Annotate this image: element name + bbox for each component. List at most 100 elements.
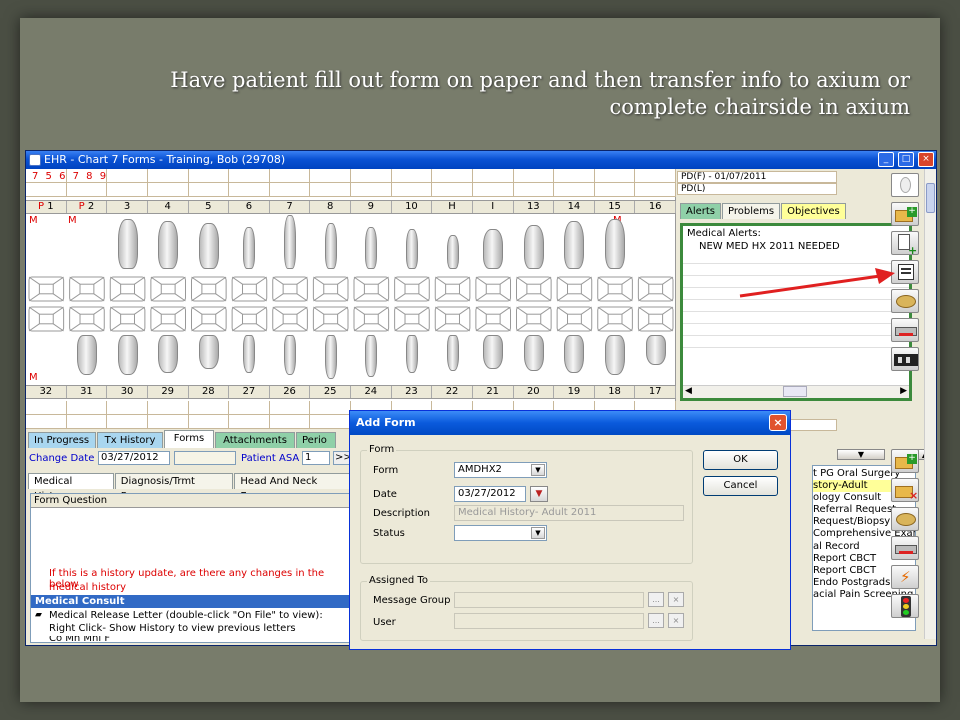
- tooth-lower[interactable]: [365, 335, 378, 377]
- alerts-list[interactable]: Medical Alerts: NEW MED HX 2011 NEEDED ◀…: [680, 223, 912, 401]
- calendar-icon[interactable]: ▼: [530, 486, 548, 502]
- horizontal-scrollbar[interactable]: ◀ ▶: [683, 385, 909, 398]
- tooth-upper[interactable]: [564, 221, 585, 269]
- traffic-light-icon[interactable]: [891, 594, 919, 618]
- tooth-upper[interactable]: [605, 219, 626, 269]
- tooth-lower[interactable]: [605, 335, 626, 375]
- tooth-number[interactable]: H: [432, 201, 473, 213]
- tooth-number[interactable]: 9: [351, 201, 392, 213]
- tab-objectives[interactable]: Objectives: [781, 203, 846, 219]
- tooth-lower[interactable]: [645, 335, 666, 365]
- tab-tx-history[interactable]: Tx History: [97, 432, 163, 448]
- tooth-upper[interactable]: [523, 225, 544, 269]
- lightbulb-icon[interactable]: [891, 173, 919, 197]
- palette-icon-2[interactable]: [891, 507, 919, 531]
- tooth-number[interactable]: P 1: [26, 201, 67, 213]
- tooth-number[interactable]: 30: [107, 386, 148, 398]
- tooth-number[interactable]: 10: [392, 201, 433, 213]
- close-window-button[interactable]: ×: [918, 152, 934, 167]
- vertical-scrollbar[interactable]: [924, 169, 936, 639]
- tooth-number[interactable]: 26: [270, 386, 311, 398]
- patient-asa-field[interactable]: 1: [302, 451, 330, 465]
- dialog-titlebar[interactable]: Add Form ×: [350, 411, 790, 435]
- tooth-upper[interactable]: [117, 219, 138, 269]
- tooth-number[interactable]: I: [473, 201, 514, 213]
- tooth-number[interactable]: 28: [189, 386, 230, 398]
- date-field[interactable]: 03/27/2012: [454, 486, 526, 502]
- tooth-number[interactable]: 22: [432, 386, 473, 398]
- add-folder-icon-2[interactable]: +: [891, 449, 919, 473]
- alert-item[interactable]: NEW MED HX 2011 NEEDED: [683, 241, 909, 252]
- tooth-number[interactable]: 6: [229, 201, 270, 213]
- tooth-lower[interactable]: [523, 335, 544, 371]
- tooth-upper[interactable]: [284, 215, 297, 269]
- tooth-upper[interactable]: [365, 227, 378, 269]
- tooth-number[interactable]: 13: [514, 201, 555, 213]
- tab-perio[interactable]: Perio: [296, 432, 336, 448]
- tooth-number[interactable]: 18: [595, 386, 636, 398]
- blank-field[interactable]: [174, 451, 236, 465]
- tooth-number[interactable]: 25: [310, 386, 351, 398]
- tooth-upper[interactable]: [324, 223, 337, 269]
- tooth-number[interactable]: 32: [26, 386, 67, 398]
- form-question-grid[interactable]: Form Question If this is a history updat…: [30, 493, 352, 643]
- dialog-close-button[interactable]: ×: [769, 414, 787, 431]
- change-date-field[interactable]: 03/27/2012: [98, 451, 170, 465]
- tooth-lower[interactable]: [76, 335, 97, 375]
- minimize-button[interactable]: _: [878, 152, 894, 167]
- tooth-number[interactable]: 5: [189, 201, 230, 213]
- medical-consult-section[interactable]: Medical Consult: [31, 595, 351, 608]
- tooth-upper[interactable]: [405, 229, 418, 269]
- scroll-thumb[interactable]: [783, 386, 807, 397]
- tooth-upper[interactable]: [198, 223, 219, 269]
- tab-medical-history[interactable]: Medical History: [28, 473, 114, 502]
- tooth-number[interactable]: 7: [270, 201, 311, 213]
- remove-folder-icon[interactable]: ×: [891, 478, 919, 502]
- tooth-number[interactable]: 17: [635, 386, 676, 398]
- user-browse-button[interactable]: ...: [648, 613, 664, 628]
- tooth-number[interactable]: 24: [351, 386, 392, 398]
- add-document-icon[interactable]: +: [891, 231, 919, 257]
- tooth-upper[interactable]: [446, 235, 459, 269]
- message-group-browse-button[interactable]: ...: [648, 592, 664, 607]
- ok-button[interactable]: OK: [703, 450, 778, 470]
- tooth-number[interactable]: 14: [554, 201, 595, 213]
- tooth-number[interactable]: 15: [595, 201, 636, 213]
- cancel-button[interactable]: Cancel: [703, 476, 778, 496]
- tab-alerts[interactable]: Alerts: [680, 203, 722, 219]
- tooth-number[interactable]: 3: [107, 201, 148, 213]
- tooth-number[interactable]: 27: [229, 386, 270, 398]
- tooth-number[interactable]: 20: [514, 386, 555, 398]
- tooth-number[interactable]: 8: [310, 201, 351, 213]
- tooth-number[interactable]: 4: [148, 201, 189, 213]
- tab-diagnosis[interactable]: Diagnosis/Trmt Recom: [114, 473, 234, 502]
- tab-problems[interactable]: Problems: [722, 203, 781, 219]
- printer-icon-2[interactable]: [891, 536, 919, 560]
- tooth-upper[interactable]: [158, 221, 179, 269]
- medical-release-line[interactable]: Medical Release Letter (double-click "On…: [49, 610, 323, 621]
- tooth-lower[interactable]: [158, 335, 179, 373]
- tab-head-neck-exam[interactable]: Head And Neck Exam: [234, 473, 350, 502]
- maximize-button[interactable]: □: [898, 152, 914, 167]
- tooth-lower[interactable]: [198, 335, 219, 369]
- tooth-number[interactable]: 19: [554, 386, 595, 398]
- printer-icon[interactable]: [891, 318, 919, 342]
- chevron-down-icon[interactable]: ▼: [531, 464, 545, 476]
- scroll-left-icon[interactable]: ◀: [685, 386, 692, 396]
- tooth-number[interactable]: 31: [67, 386, 108, 398]
- tooth-upper[interactable]: [483, 229, 504, 269]
- scroll-right-icon[interactable]: ▶: [900, 386, 907, 396]
- tooth-number[interactable]: 23: [392, 386, 433, 398]
- tooth-lower[interactable]: [483, 335, 504, 369]
- tab-attachments[interactable]: Attachments: [215, 432, 295, 448]
- tooth-lower[interactable]: [564, 335, 585, 373]
- tooth-upper[interactable]: [243, 227, 256, 269]
- tooth-lower[interactable]: [284, 335, 297, 375]
- user-clear-button[interactable]: ×: [668, 613, 684, 628]
- xray-icon[interactable]: [891, 347, 919, 371]
- tooth-lower[interactable]: [117, 335, 138, 375]
- chevron-down-icon-2[interactable]: ▼: [531, 527, 545, 539]
- tooth-number[interactable]: 16: [635, 201, 676, 213]
- tooth-lower[interactable]: [243, 335, 256, 373]
- tab-forms[interactable]: Forms: [164, 430, 214, 448]
